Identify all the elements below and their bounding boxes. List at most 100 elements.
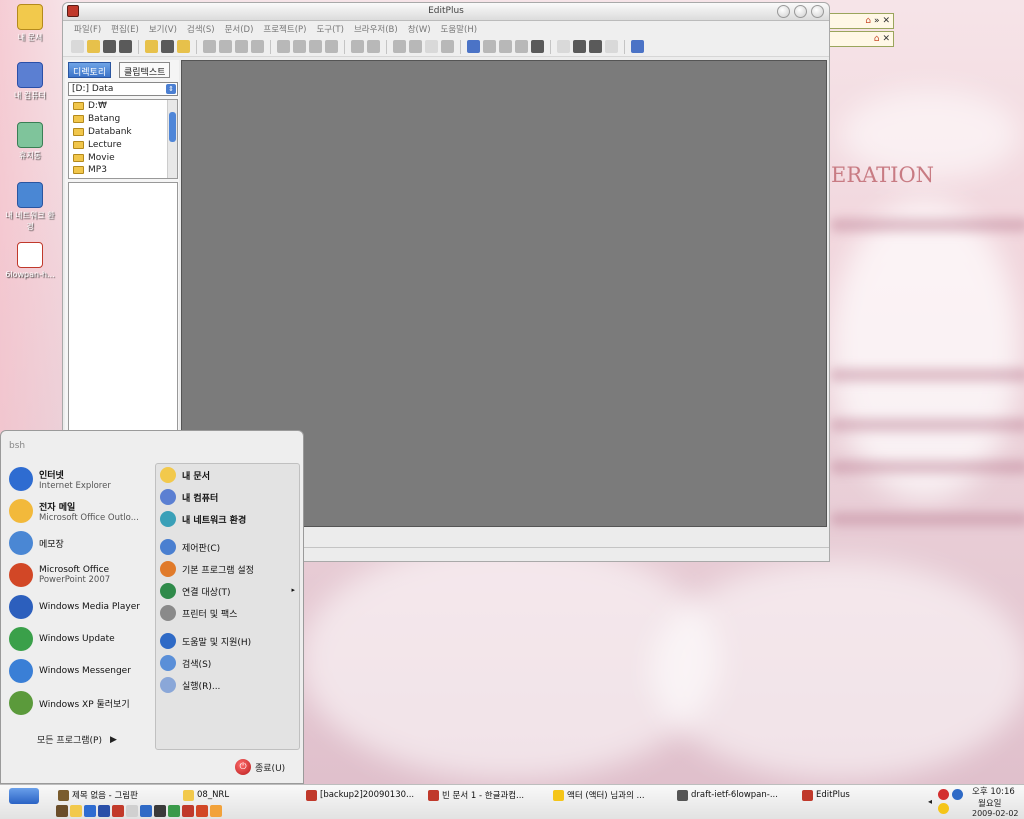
menu-tools[interactable]: 도구(T) bbox=[311, 23, 348, 35]
spell-check-icon[interactable] bbox=[235, 40, 248, 53]
tree-item[interactable]: D:₩ bbox=[69, 100, 177, 113]
start-menu-program[interactable]: 인터넷 Internet Explorer bbox=[3, 463, 153, 495]
project-icon[interactable] bbox=[177, 40, 190, 53]
maximize-button[interactable] bbox=[794, 5, 807, 18]
menu-edit[interactable]: 편집(E) bbox=[106, 23, 144, 35]
title-bar[interactable]: EditPlus bbox=[63, 3, 829, 21]
start-menu-place[interactable]: 연결 대상(T) ▸ bbox=[156, 580, 299, 602]
taskbar-button[interactable]: [backup2]20090130... bbox=[306, 787, 414, 803]
tab-cliptext[interactable]: 클립텍스트 bbox=[119, 62, 171, 78]
start-menu-place[interactable]: 도움말 및 지원(H) bbox=[156, 630, 299, 652]
start-menu-place[interactable]: 실행(R)... bbox=[156, 674, 299, 696]
font-icon[interactable] bbox=[467, 40, 480, 53]
tile-window-icon[interactable] bbox=[557, 40, 570, 53]
start-menu-program[interactable]: 메모장 bbox=[3, 527, 153, 559]
tree-item[interactable]: Movie bbox=[69, 151, 177, 164]
start-menu-place[interactable]: 내 문서 bbox=[156, 464, 299, 486]
quick-launch-icon[interactable] bbox=[182, 805, 194, 817]
quick-launch-icon[interactable] bbox=[112, 805, 124, 817]
menu-view[interactable]: 보기(V) bbox=[144, 23, 182, 35]
quick-launch-icon[interactable] bbox=[154, 805, 166, 817]
taskbar-button[interactable]: 제목 없음 - 그림판 bbox=[58, 787, 138, 803]
start-menu-program[interactable]: Windows Update bbox=[3, 623, 153, 655]
home-icon[interactable]: ⌂ bbox=[865, 16, 871, 26]
menu-project[interactable]: 프로젝트(P) bbox=[258, 23, 311, 35]
quick-launch-icon[interactable] bbox=[210, 805, 222, 817]
quick-launch-icon[interactable] bbox=[140, 805, 152, 817]
desktop-icon-document[interactable]: 6lowpan-h... bbox=[2, 242, 58, 279]
start-menu-program[interactable]: 전자 메일 Microsoft Office Outlo... bbox=[3, 495, 153, 527]
start-menu-place[interactable]: 검색(S) bbox=[156, 652, 299, 674]
close-icon[interactable]: ✕ bbox=[882, 16, 890, 26]
menu-document[interactable]: 문서(D) bbox=[220, 23, 259, 35]
quick-launch-icon[interactable] bbox=[98, 805, 110, 817]
menu-search[interactable]: 검색(S) bbox=[182, 23, 220, 35]
home-icon[interactable]: ⌂ bbox=[874, 34, 880, 44]
find-icon[interactable] bbox=[393, 40, 406, 53]
start-menu-program[interactable]: Windows Messenger bbox=[3, 655, 153, 687]
output-window-icon[interactable] bbox=[573, 40, 586, 53]
open-remote-icon[interactable] bbox=[145, 40, 158, 53]
tab-directory[interactable]: 디렉토리 bbox=[68, 62, 112, 78]
taskbar-button[interactable]: 액터 (액터) 님과의 ... bbox=[553, 787, 645, 803]
desktop-icon-my-computer[interactable]: 내 컴퓨터 bbox=[2, 62, 58, 101]
close-icon[interactable]: ✕ bbox=[882, 34, 890, 44]
messenger-icon[interactable] bbox=[938, 803, 949, 814]
save-all-icon[interactable] bbox=[119, 40, 132, 53]
find-in-files-icon[interactable] bbox=[425, 40, 438, 53]
taskbar-button[interactable]: EditPlus bbox=[802, 787, 850, 803]
new-file-icon[interactable] bbox=[71, 40, 84, 53]
start-menu-place[interactable]: 프린터 및 팩스 bbox=[156, 602, 299, 624]
quick-launch-icon[interactable] bbox=[84, 805, 96, 817]
taskbar-button[interactable]: 빈 문서 1 - 한글과컴... bbox=[428, 787, 524, 803]
word-wrap-icon[interactable] bbox=[483, 40, 496, 53]
all-programs-button[interactable]: 모든 프로그램(P) ▶ bbox=[37, 733, 117, 747]
desktop-icon-network[interactable]: 내 네트워크 환경 bbox=[2, 182, 58, 232]
delete-icon[interactable] bbox=[325, 40, 338, 53]
line-number-icon[interactable] bbox=[499, 40, 512, 53]
drive-select[interactable]: [D:] Data ⇕ bbox=[68, 82, 178, 96]
tree-item[interactable]: Lecture bbox=[69, 138, 177, 151]
full-screen-icon[interactable] bbox=[605, 40, 618, 53]
quick-launch-icon[interactable] bbox=[70, 805, 82, 817]
start-menu-program[interactable]: Windows XP 둘러보기 bbox=[3, 687, 153, 719]
desktop-icon-my-documents[interactable]: 내 문서 bbox=[2, 4, 58, 43]
taskbar-button[interactable]: 08_NRL bbox=[183, 787, 229, 803]
start-menu-place[interactable]: 제어판(C) bbox=[156, 536, 299, 558]
start-menu-program[interactable]: Windows Media Player bbox=[3, 591, 153, 623]
network-icon[interactable] bbox=[952, 789, 963, 800]
desktop-icon-recycle-bin[interactable]: 휴지통 bbox=[2, 122, 58, 161]
start-menu-place[interactable]: 기본 프로그램 설정 bbox=[156, 558, 299, 580]
tree-item[interactable]: Batang bbox=[69, 113, 177, 126]
paste-icon[interactable] bbox=[309, 40, 322, 53]
help-icon[interactable] bbox=[631, 40, 644, 53]
save-icon[interactable] bbox=[103, 40, 116, 53]
minimize-button[interactable] bbox=[777, 5, 790, 18]
start-menu-program[interactable]: Microsoft Office PowerPoint 2007 bbox=[3, 559, 153, 591]
start-button[interactable] bbox=[9, 788, 39, 804]
quick-launch-icon[interactable] bbox=[196, 805, 208, 817]
print-icon[interactable] bbox=[219, 40, 232, 53]
quick-launch-icon[interactable] bbox=[56, 805, 68, 817]
tree-scrollbar[interactable] bbox=[167, 100, 177, 178]
tree-item[interactable]: MP3 bbox=[69, 164, 177, 177]
menu-file[interactable]: 파일(F) bbox=[69, 23, 106, 35]
chevron-down-icon[interactable]: ⇕ bbox=[166, 84, 176, 94]
ruler-icon[interactable] bbox=[515, 40, 528, 53]
replace-icon[interactable] bbox=[409, 40, 422, 53]
redo-icon[interactable] bbox=[367, 40, 380, 53]
open-folder-icon[interactable] bbox=[87, 40, 100, 53]
cut-icon[interactable] bbox=[277, 40, 290, 53]
tree-item[interactable]: Databank bbox=[69, 126, 177, 139]
directory-window-icon[interactable] bbox=[589, 40, 602, 53]
start-menu-place[interactable]: 내 컴퓨터 bbox=[156, 486, 299, 508]
menu-help[interactable]: 도움말(H) bbox=[436, 23, 482, 35]
document-icon[interactable] bbox=[251, 40, 264, 53]
close-button[interactable] bbox=[811, 5, 824, 18]
blocked-icon[interactable] bbox=[938, 789, 949, 800]
save-remote-icon[interactable] bbox=[161, 40, 174, 53]
tray-expand-icon[interactable]: ◂ bbox=[928, 797, 932, 806]
menu-window[interactable]: 창(W) bbox=[403, 23, 436, 35]
menu-browser[interactable]: 브라우저(B) bbox=[349, 23, 403, 35]
goto-icon[interactable] bbox=[441, 40, 454, 53]
